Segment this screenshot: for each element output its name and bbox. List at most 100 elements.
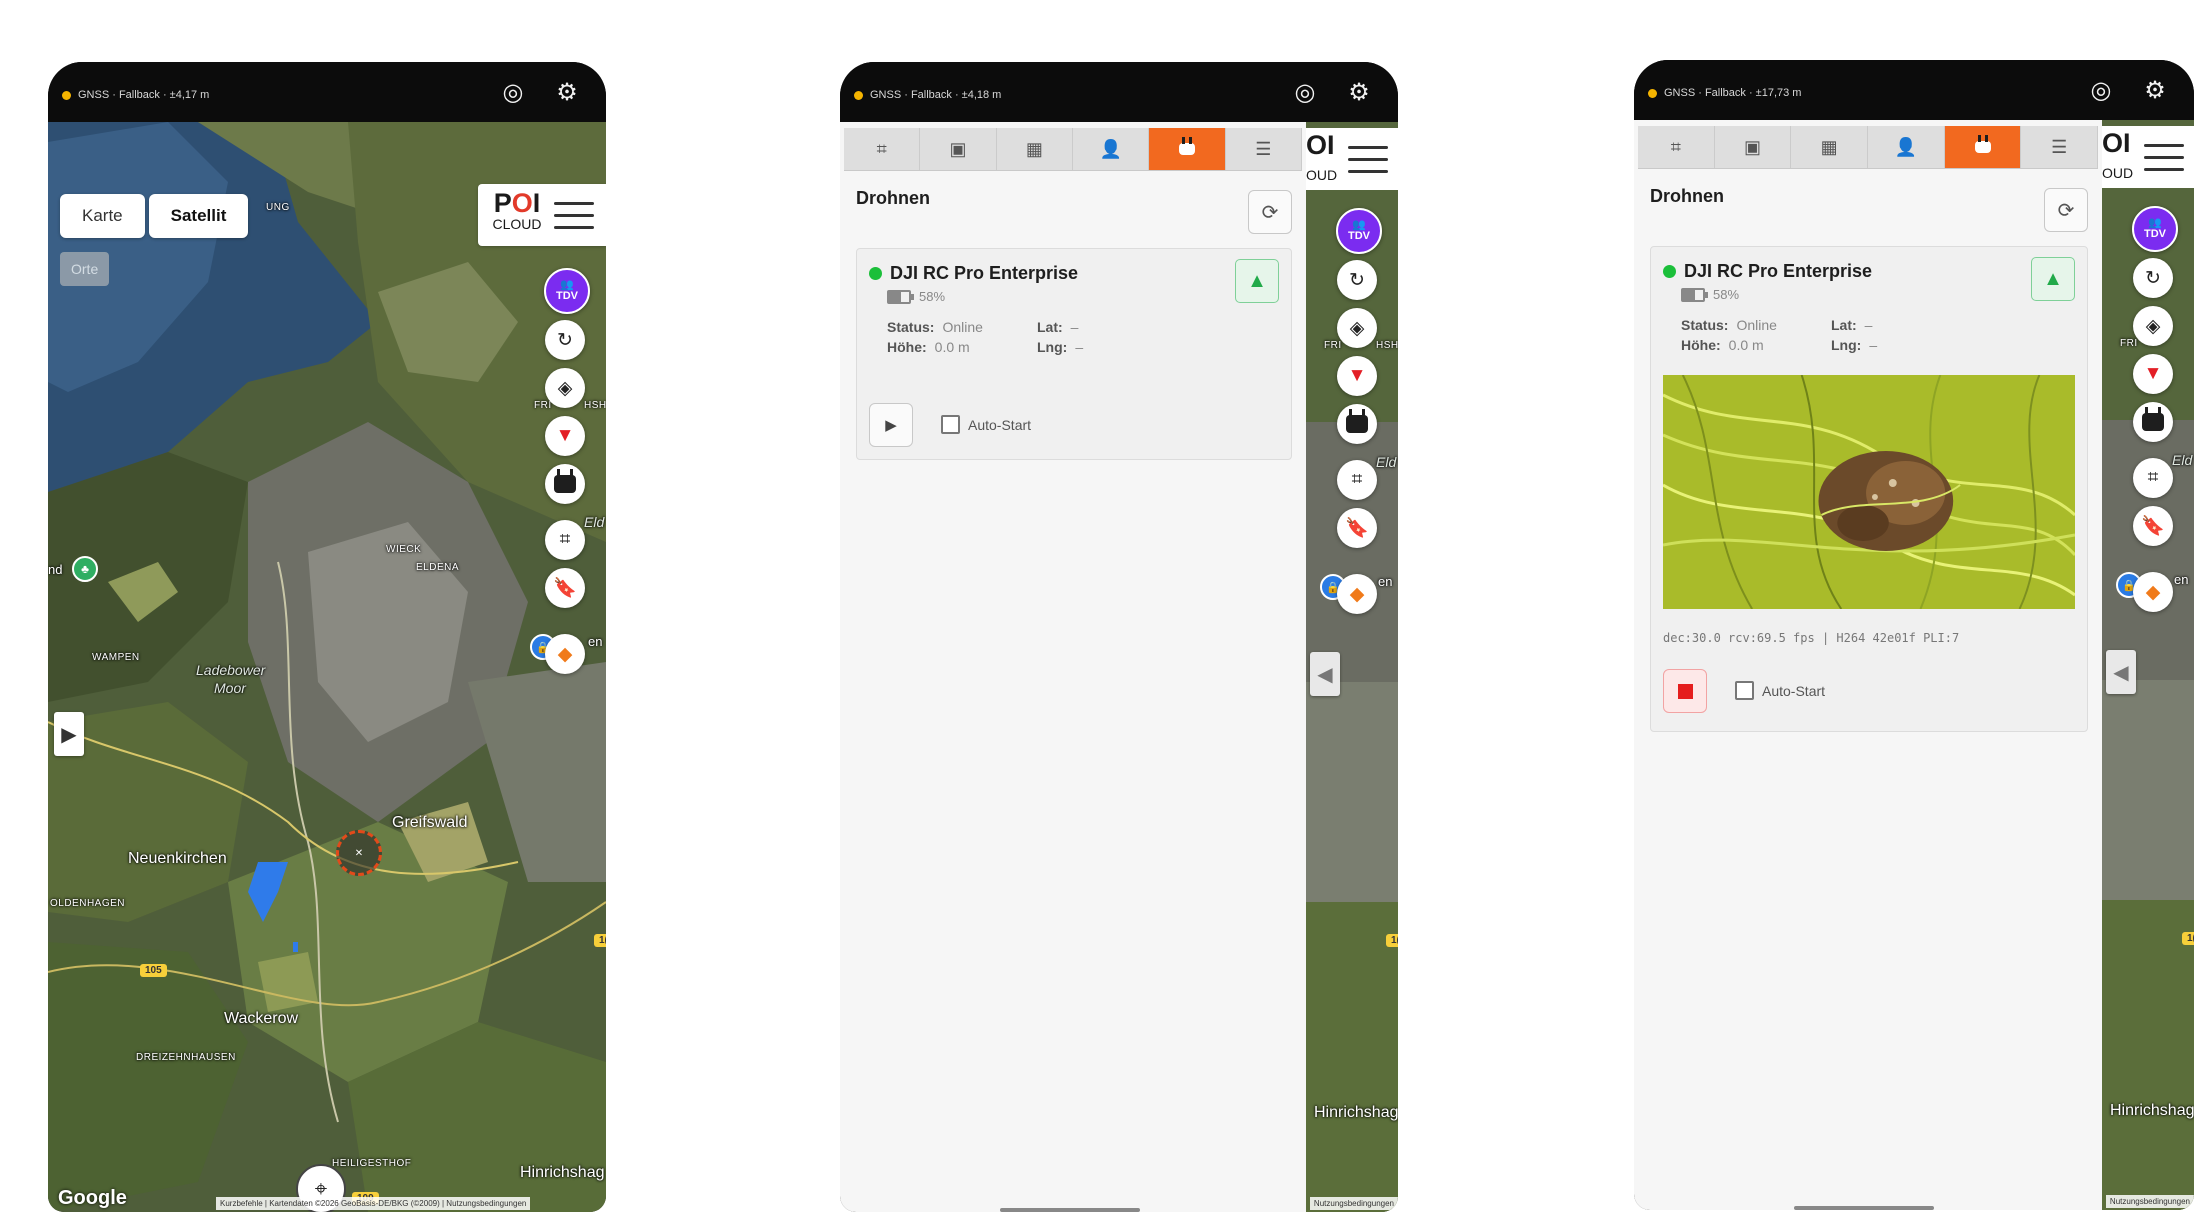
collapse-panel-button[interactable]: ◀ xyxy=(2106,650,2136,694)
map-label-wampen: WAMPEN xyxy=(92,652,140,663)
top-bar: GNSS · Fallback · ±17,73 m ◎ ⚙ xyxy=(1634,60,2194,120)
refresh-icon[interactable]: ↻ xyxy=(545,320,585,360)
map-label-ung: UNG xyxy=(266,202,290,213)
gnss-text: GNSS · Fallback · ±4,17 m xyxy=(78,89,210,101)
tab-people-icon[interactable]: 👤 xyxy=(1868,126,1945,168)
google-logo: Google xyxy=(58,1187,127,1209)
map-strip[interactable]: OI OUD 👥 TDV ↻ ◈ ▼ ⌗ 🔖 🔒 ◆ FRI Eld en Hinr… xyxy=(2102,120,2194,1210)
road-badge-1: 1( xyxy=(594,934,606,947)
filter-icon[interactable]: ▼ xyxy=(1337,356,1377,396)
tdv-group-button[interactable]: 👥 TDV xyxy=(1336,208,1382,254)
tab-layers-icon[interactable]: ▣ xyxy=(1715,126,1792,168)
menu-icon[interactable] xyxy=(554,202,594,238)
layers-icon[interactable]: ◈ xyxy=(545,368,585,408)
bookmark-icon[interactable]: 🔖 xyxy=(1337,508,1377,548)
map-attribution[interactable]: Nutzungsbedingungen xyxy=(1309,1197,1398,1210)
settings-gear-icon[interactable]: ⚙ xyxy=(2142,78,2168,104)
video-stats: dec:30.0 rcv:69.5 fps | H264 42e01f PLI:… xyxy=(1663,631,1960,645)
filter-icon[interactable]: ▼ xyxy=(2133,354,2173,394)
drone-name: DJI RC Pro Enterprise xyxy=(890,263,1079,283)
status-row: Status: Online xyxy=(887,319,983,335)
stop-icon xyxy=(1677,683,1693,699)
karte-button[interactable]: Karte xyxy=(60,194,145,238)
orange-marker-icon[interactable]: ◆ xyxy=(1337,574,1377,614)
drone-panel: ⌗ ▣ ▦ 👤 ☰ Drohnen ⟳ DJI RC Pro Enterpris… xyxy=(840,122,1306,1212)
location-target-icon[interactable]: ◎ xyxy=(2088,78,2114,104)
tree-marker-icon[interactable]: ♣ xyxy=(72,556,98,582)
tab-drone-icon[interactable] xyxy=(1944,126,2022,168)
draw-area-icon[interactable]: ⌗ xyxy=(2133,458,2173,498)
menu-icon[interactable] xyxy=(2144,144,2184,180)
map-strip[interactable]: OI OUD 👥 TDV ↻ ◈ ▼ ⌗ 🔖 🔒 ◆ FRI HSH Eld en … xyxy=(1306,122,1398,1212)
tab-list-icon[interactable]: ☰ xyxy=(1226,128,1302,170)
start-stream-button[interactable]: ▶ xyxy=(869,403,913,447)
map-attribution[interactable]: Kurzbefehle | Kartendaten ©2026 GeoBasis… xyxy=(216,1197,531,1210)
panel-tabs: ⌗ ▣ ▦ 👤 ☰ xyxy=(844,128,1302,171)
navigate-to-drone-button[interactable]: ▲ xyxy=(2031,257,2075,301)
bookmark-icon[interactable]: 🔖 xyxy=(2133,506,2173,546)
tab-calendar-icon[interactable]: ▦ xyxy=(1791,126,1869,168)
map-label-neuenkirchen: Neuenkirchen xyxy=(128,850,227,867)
top-bar: GNSS · Fallback · ±4,17 m ◎ ⚙ xyxy=(48,62,606,122)
satellit-button[interactable]: Satellit xyxy=(148,194,249,238)
refresh-drones-button[interactable]: ⟳ xyxy=(2044,188,2088,232)
refresh-icon[interactable]: ↻ xyxy=(1337,260,1377,300)
drone-controller-icon[interactable] xyxy=(1337,404,1377,444)
autostart-checkbox[interactable] xyxy=(941,415,960,434)
tab-calendar-icon[interactable]: ▦ xyxy=(997,128,1073,170)
tab-people-icon[interactable]: 👤 xyxy=(1073,128,1150,170)
map-type-toggle: Karte Satellit xyxy=(60,194,249,238)
filter-icon[interactable]: ▼ xyxy=(545,416,585,456)
navigate-to-drone-button[interactable]: ▲ xyxy=(1235,259,1279,303)
draw-area-icon[interactable]: ⌗ xyxy=(545,520,585,560)
poi-cloud-header: POI CLOUD xyxy=(478,184,606,246)
autostart-checkbox[interactable] xyxy=(1735,681,1754,700)
lat-row: Lat: – xyxy=(1831,317,1872,333)
road-badge-105: 105 xyxy=(140,964,167,977)
drone-controller-icon[interactable] xyxy=(545,464,585,504)
lng-label: Lng: xyxy=(1037,339,1068,355)
settings-gear-icon[interactable]: ⚙ xyxy=(1346,80,1372,106)
autostart-toggle[interactable]: Auto-Start xyxy=(941,415,1031,434)
tdv-group-button[interactable]: 👥 TDV xyxy=(544,268,590,314)
stop-stream-button[interactable] xyxy=(1663,669,1707,713)
settings-gear-icon[interactable]: ⚙ xyxy=(554,80,580,106)
tdv-group-button[interactable]: 👥 TDV xyxy=(2132,206,2178,252)
scrollbar[interactable] xyxy=(1000,1208,1140,1212)
expand-panel-button[interactable]: ▶ xyxy=(54,712,84,756)
layers-icon[interactable]: ◈ xyxy=(1337,308,1377,348)
refresh-icon[interactable]: ↻ xyxy=(2133,258,2173,298)
layers-icon[interactable]: ◈ xyxy=(2133,306,2173,346)
battery-icon xyxy=(887,289,914,304)
location-target-icon[interactable]: ◎ xyxy=(1292,80,1318,106)
gnss-status: GNSS · Fallback · ±17,73 m xyxy=(1648,87,1801,99)
drone-controller-icon[interactable] xyxy=(2133,402,2173,442)
map-attribution[interactable]: Nutzungsbedingungen xyxy=(2105,1195,2194,1208)
collapse-panel-button[interactable]: ◀ xyxy=(1310,652,1340,696)
refresh-drones-button[interactable]: ⟳ xyxy=(1248,190,1292,234)
map-label-fri: FRI xyxy=(1324,340,1342,351)
map-label-eld: Eld xyxy=(584,514,605,530)
map-label-fri: FRI xyxy=(534,400,552,411)
menu-icon[interactable] xyxy=(1348,146,1388,182)
drone-video-feed[interactable] xyxy=(1663,375,2075,609)
draw-area-icon[interactable]: ⌗ xyxy=(1337,460,1377,500)
tab-draw-tool-icon[interactable]: ⌗ xyxy=(844,128,921,170)
tab-drone-icon[interactable] xyxy=(1149,128,1226,170)
orange-marker-icon[interactable]: ◆ xyxy=(545,634,585,674)
scrollbar[interactable] xyxy=(1794,1206,1934,1210)
map-label-hinrichshagen: Hinrichshag xyxy=(2110,1102,2194,1119)
lng-value: – xyxy=(1869,337,1878,353)
location-target-icon[interactable]: ◎ xyxy=(500,80,526,106)
autostart-toggle[interactable]: Auto-Start xyxy=(1735,681,1825,700)
bookmark-icon[interactable]: 🔖 xyxy=(545,568,585,608)
satellite-map[interactable]: UNG WIECK ELDENA WAMPEN Ladebower Moor G… xyxy=(48,122,606,1212)
orte-button[interactable]: Orte xyxy=(60,252,110,286)
tab-list-icon[interactable]: ☰ xyxy=(2021,126,2099,168)
tab-layers-icon[interactable]: ▣ xyxy=(920,128,997,170)
drone-position-marker-icon[interactable]: ✕ xyxy=(336,830,382,876)
tab-draw-tool-icon[interactable]: ⌗ xyxy=(1638,126,1715,168)
map-label-ladebower: Ladebower xyxy=(196,662,266,678)
orange-marker-icon[interactable]: ◆ xyxy=(2133,572,2173,612)
height-row: Höhe: 0.0 m xyxy=(887,339,970,355)
